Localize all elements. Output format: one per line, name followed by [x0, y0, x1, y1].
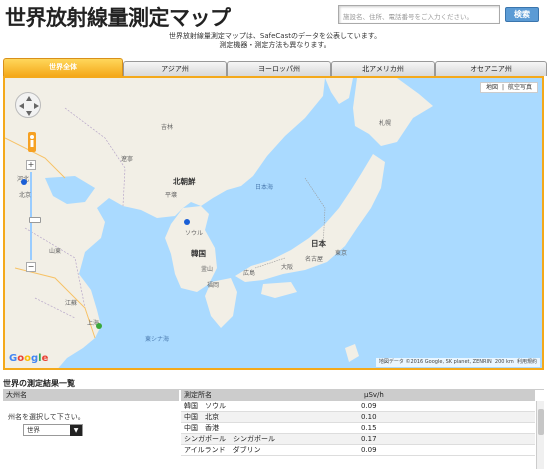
results-section-title: 世界の測定結果一覧 — [3, 379, 75, 388]
map-label-seoul: ソウル — [185, 230, 204, 237]
row-value: 0.09 — [361, 446, 377, 454]
map-label-jilin: 吉林 — [161, 124, 174, 131]
marker-shanghai[interactable] — [96, 323, 102, 329]
page-description: 世界放射線量測定マップは、SafeCastのデータを公表しています。 測定機器・… — [0, 32, 550, 50]
zoom-slider-thumb[interactable] — [29, 217, 41, 223]
results-scrollbar[interactable] — [536, 401, 544, 469]
zoom-out-button[interactable]: − — [26, 262, 36, 272]
marker-beijing[interactable] — [21, 179, 27, 185]
table-row[interactable]: 中国 北京 0.10 — [181, 412, 535, 423]
tab-asia[interactable]: アジア州 — [123, 61, 227, 76]
tab-oceania[interactable]: オセアニア州 — [435, 61, 547, 76]
page: 世界放射線量測定マップ 施設名、住所、電話番号をご入力ください。 検索 世界放射… — [0, 0, 550, 469]
map-label-sea-of-japan: 日本海 — [255, 184, 274, 191]
map-label-busan: 釜山 — [201, 266, 214, 273]
region-select-note: 州名を選択して下さい。 — [8, 413, 85, 421]
map-label-jiangsu: 江蘇 — [65, 300, 78, 307]
map-label-sapporo: 札幌 — [379, 120, 392, 127]
map-scale: 200 km — [494, 359, 514, 365]
search-input[interactable]: 施設名、住所、電話番号をご入力ください。 — [338, 5, 500, 24]
map-canvas[interactable] — [5, 78, 544, 370]
row-location: アイルランド ダブリン — [184, 446, 261, 454]
street-view-pegman-icon[interactable] — [27, 132, 37, 152]
tab-north-america[interactable]: 北アメリカ州 — [331, 61, 435, 76]
map-label-hiroshima: 広島 — [243, 270, 256, 277]
table-row[interactable]: シンガポール シンガポール 0.17 — [181, 434, 535, 445]
table-row[interactable]: 韓国 ソウル 0.09 — [181, 401, 535, 412]
map-label-korea: 韓国 — [191, 249, 206, 258]
results-rows: 韓国 ソウル 0.09 中国 北京 0.10 中国 香港 0.15 シンガポール… — [181, 401, 535, 469]
map-label-shandong: 山東 — [49, 248, 62, 255]
google-logo: Google — [9, 353, 49, 364]
description-line-1: 世界放射線量測定マップは、SafeCastのデータを公表しています。 — [168, 32, 382, 40]
map-label-beijing: 北京 — [19, 192, 32, 199]
map-type-roadmap[interactable]: 地図 — [484, 84, 500, 91]
results-table: 大州名 測定所名 μSv/h 州名を選択して下さい。 世界 ▼ 韓国 ソウル 0… — [3, 389, 544, 469]
marker-seoul[interactable] — [184, 219, 190, 225]
row-value: 0.10 — [361, 413, 377, 421]
row-value: 0.09 — [361, 402, 377, 410]
page-title: 世界放射線量測定マップ — [5, 6, 231, 30]
map-label-pyongyang: 平壌 — [165, 192, 178, 199]
table-row[interactable]: 中国 香港 0.15 — [181, 423, 535, 434]
tab-europe[interactable]: ヨーロッパ州 — [227, 61, 331, 76]
row-location: シンガポール シンガポール — [184, 435, 275, 443]
chevron-down-icon: ▼ — [70, 425, 82, 436]
map-label-liaoning: 遼寧 — [121, 156, 134, 163]
header-location: 測定所名 — [181, 390, 361, 401]
attribution-text: 地図データ ©2016 Google, SK planet, ZENRIN — [378, 359, 492, 365]
scrollbar-thumb[interactable] — [538, 409, 544, 435]
row-location: 中国 香港 — [184, 424, 219, 432]
row-location: 韓国 ソウル — [184, 402, 226, 410]
region-select[interactable]: 世界 ▼ — [23, 424, 83, 436]
zoom-slider[interactable] — [29, 172, 41, 260]
radiation-map[interactable]: 地図 | 航空写真 + − 韓国 北朝鮮 日本 日本海 東シナ海 札幌 ソウル … — [3, 76, 544, 370]
map-label-north-korea: 北朝鮮 — [173, 177, 196, 186]
region-tabs: 世界全体 アジア州 ヨーロッパ州 北アメリカ州 オセアニア州 — [3, 58, 547, 76]
map-label-osaka: 大阪 — [281, 264, 294, 271]
region-select-value: 世界 — [27, 426, 40, 434]
map-label-tokyo: 東京 — [335, 250, 348, 257]
zoom-in-button[interactable]: + — [26, 160, 36, 170]
description-line-2: 測定機器・測定方法も異なります。 — [219, 41, 331, 49]
pan-arrows-icon — [19, 96, 39, 116]
header-value: μSv/h — [361, 390, 535, 401]
tab-world[interactable]: 世界全体 — [3, 58, 123, 76]
map-label-nagoya: 名古屋 — [305, 256, 324, 263]
map-label-east-china-sea: 東シナ海 — [145, 336, 170, 343]
row-value: 0.15 — [361, 424, 377, 432]
header-region: 大州名 — [3, 390, 179, 401]
map-label-fukuoka: 福岡 — [207, 282, 220, 289]
row-value: 0.17 — [361, 435, 377, 443]
table-row[interactable]: アイルランド ダブリン 0.09 — [181, 445, 535, 456]
map-type-control: 地図 | 航空写真 — [479, 82, 538, 93]
search-button[interactable]: 検索 — [505, 7, 539, 22]
region-column: 州名を選択して下さい。 世界 ▼ — [3, 401, 179, 469]
row-location: 中国 北京 — [184, 413, 219, 421]
map-type-satellite[interactable]: 航空写真 — [506, 84, 534, 91]
map-label-japan: 日本 — [311, 239, 326, 248]
map-attribution: 地図データ ©2016 Google, SK planet, ZENRIN 20… — [375, 358, 540, 367]
pan-control[interactable] — [15, 92, 41, 118]
terms-link[interactable]: 利用規約 — [517, 359, 537, 365]
